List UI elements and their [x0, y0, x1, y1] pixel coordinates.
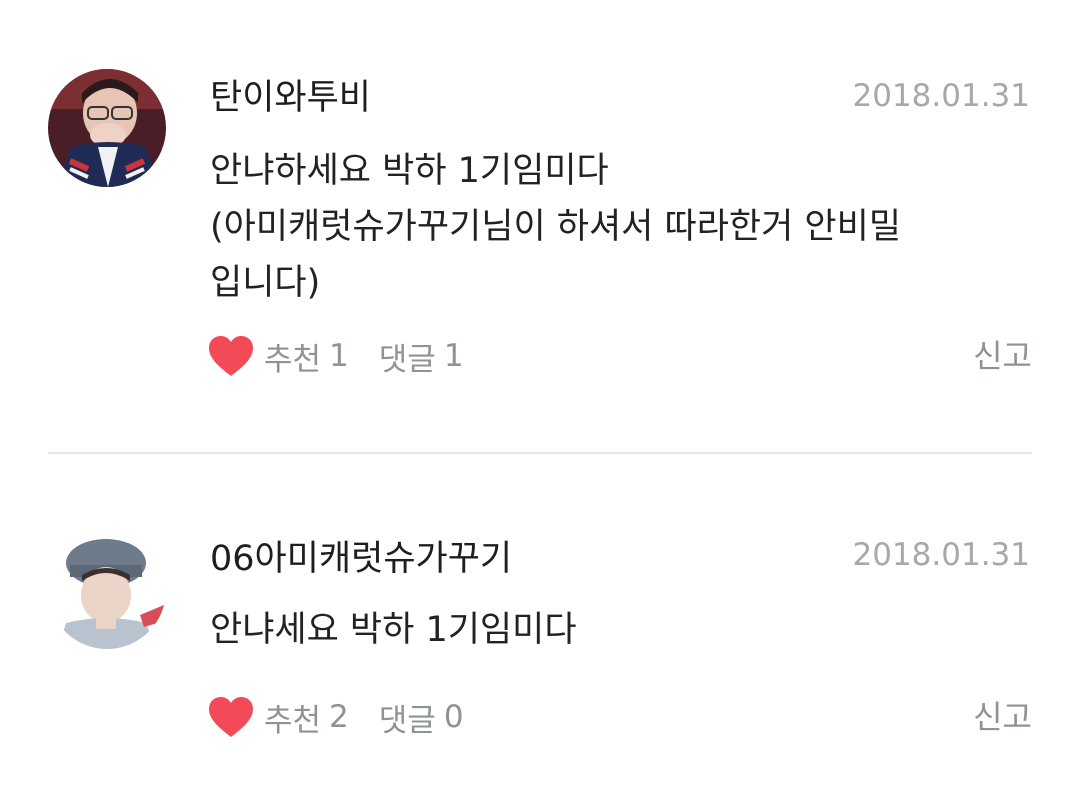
like-count: 2 — [329, 699, 349, 735]
avatar[interactable] — [48, 531, 166, 649]
like-count: 1 — [329, 338, 349, 374]
reply-count: 0 — [443, 699, 464, 735]
comment-author[interactable]: 06아미캐럿슈가꾸기 — [210, 537, 512, 581]
avatar[interactable] — [48, 69, 166, 187]
reply-label[interactable]: 댓글 — [379, 334, 436, 379]
avatar-image — [48, 531, 166, 649]
comment-body: 안냐세요 박하 1기임미다 — [210, 602, 1040, 658]
heart-icon[interactable] — [208, 335, 254, 377]
comment-line: 안냐하세요 박하 1기임미다 — [210, 151, 609, 191]
comment-body: 안냐하세요 박하 1기임미다 (아미캐럿슈가꾸기님이 하셔서 따라한거 안비밀 … — [210, 143, 1040, 311]
reply-count: 1 — [443, 338, 464, 374]
like-label[interactable]: 추천 — [264, 334, 321, 379]
comment-date: 2018.01.31 — [852, 78, 1031, 114]
report-button[interactable]: 신고 — [973, 331, 1032, 381]
divider — [48, 452, 1032, 454]
report-button[interactable]: 신고 — [973, 692, 1032, 742]
comment-line: 안냐세요 박하 1기임미다 — [210, 610, 577, 650]
comment-line: (아미캐럿슈가꾸기님이 하셔서 따라한거 안비밀 — [210, 207, 902, 247]
comment-actions: 추천 1 댓글 1 — [208, 331, 464, 381]
comment-actions: 추천 2 댓글 0 — [208, 692, 464, 742]
heart-icon[interactable] — [208, 696, 254, 738]
comment-date: 2018.01.31 — [852, 537, 1031, 573]
comment-author[interactable]: 탄이와투비 — [210, 76, 371, 120]
reply-label[interactable]: 댓글 — [379, 695, 436, 740]
like-label[interactable]: 추천 — [264, 695, 321, 740]
avatar-image — [48, 69, 166, 187]
comment-line: 입니다) — [210, 263, 321, 303]
